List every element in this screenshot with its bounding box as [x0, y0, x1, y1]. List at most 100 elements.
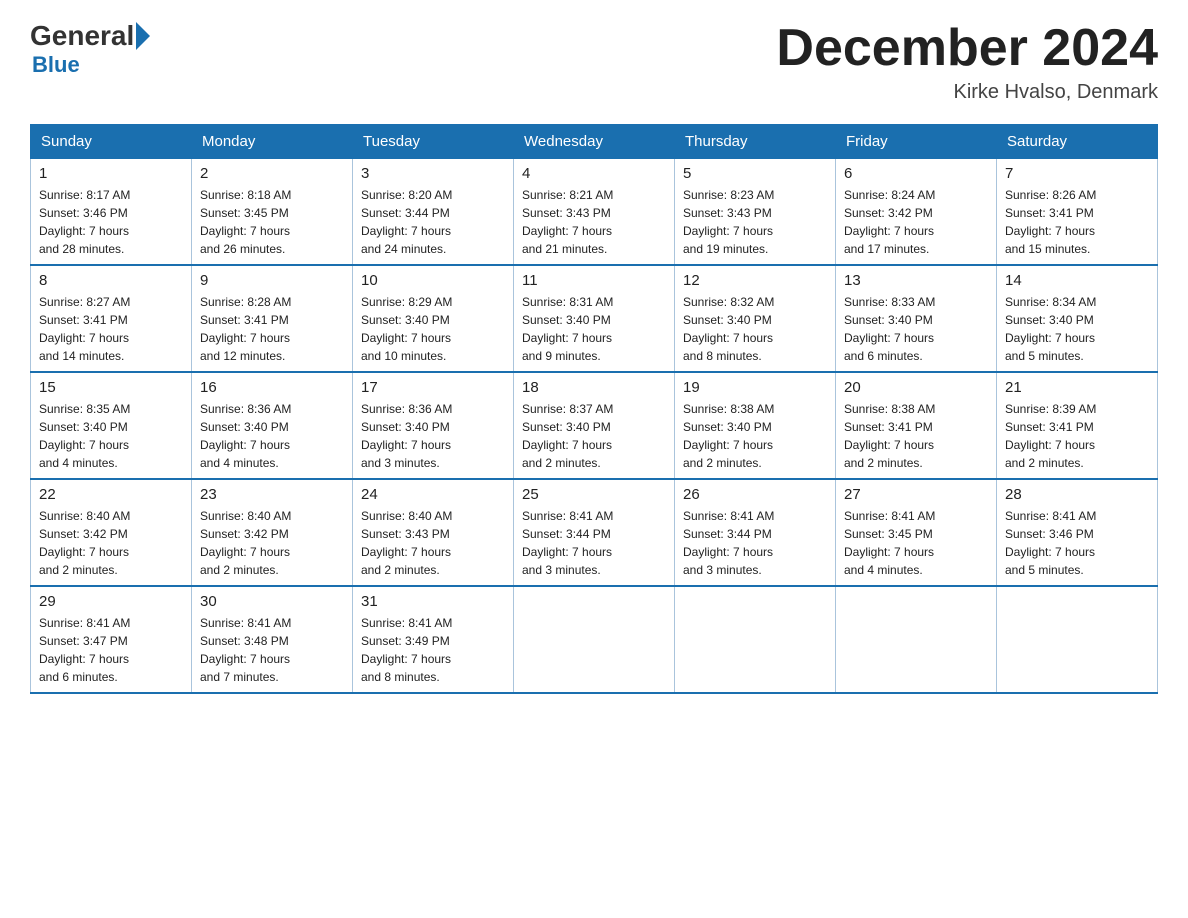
- calendar-week-row: 22 Sunrise: 8:40 AM Sunset: 3:42 PM Dayl…: [31, 479, 1158, 586]
- day-info: Sunrise: 8:27 AM Sunset: 3:41 PM Dayligh…: [39, 293, 183, 365]
- day-number: 31: [361, 593, 505, 610]
- day-number: 1: [39, 165, 183, 182]
- day-number: 15: [39, 379, 183, 396]
- day-info: Sunrise: 8:28 AM Sunset: 3:41 PM Dayligh…: [200, 293, 344, 365]
- table-row: 11 Sunrise: 8:31 AM Sunset: 3:40 PM Dayl…: [514, 265, 675, 372]
- table-row: 30 Sunrise: 8:41 AM Sunset: 3:48 PM Dayl…: [192, 586, 353, 693]
- day-number: 18: [522, 379, 666, 396]
- header-sunday: Sunday: [31, 125, 192, 159]
- table-row: 5 Sunrise: 8:23 AM Sunset: 3:43 PM Dayli…: [675, 159, 836, 266]
- day-number: 5: [683, 165, 827, 182]
- logo-blue-text: Blue: [32, 52, 80, 77]
- table-row: 29 Sunrise: 8:41 AM Sunset: 3:47 PM Dayl…: [31, 586, 192, 693]
- logo-general-text: General: [30, 20, 134, 52]
- table-row: [675, 586, 836, 693]
- logo: General Blue: [30, 20, 152, 78]
- day-number: 8: [39, 272, 183, 289]
- table-row: 15 Sunrise: 8:35 AM Sunset: 3:40 PM Dayl…: [31, 372, 192, 479]
- logo-arrow-icon: [136, 22, 150, 50]
- header-thursday: Thursday: [675, 125, 836, 159]
- day-info: Sunrise: 8:41 AM Sunset: 3:44 PM Dayligh…: [522, 507, 666, 579]
- day-info: Sunrise: 8:39 AM Sunset: 3:41 PM Dayligh…: [1005, 400, 1149, 472]
- day-info: Sunrise: 8:38 AM Sunset: 3:40 PM Dayligh…: [683, 400, 827, 472]
- day-info: Sunrise: 8:17 AM Sunset: 3:46 PM Dayligh…: [39, 186, 183, 258]
- day-number: 6: [844, 165, 988, 182]
- day-info: Sunrise: 8:40 AM Sunset: 3:42 PM Dayligh…: [200, 507, 344, 579]
- day-info: Sunrise: 8:32 AM Sunset: 3:40 PM Dayligh…: [683, 293, 827, 365]
- table-row: 2 Sunrise: 8:18 AM Sunset: 3:45 PM Dayli…: [192, 159, 353, 266]
- table-row: 12 Sunrise: 8:32 AM Sunset: 3:40 PM Dayl…: [675, 265, 836, 372]
- table-row: 3 Sunrise: 8:20 AM Sunset: 3:44 PM Dayli…: [353, 159, 514, 266]
- day-info: Sunrise: 8:41 AM Sunset: 3:44 PM Dayligh…: [683, 507, 827, 579]
- day-number: 21: [1005, 379, 1149, 396]
- day-info: Sunrise: 8:41 AM Sunset: 3:45 PM Dayligh…: [844, 507, 988, 579]
- day-number: 16: [200, 379, 344, 396]
- table-row: 13 Sunrise: 8:33 AM Sunset: 3:40 PM Dayl…: [836, 265, 997, 372]
- day-info: Sunrise: 8:26 AM Sunset: 3:41 PM Dayligh…: [1005, 186, 1149, 258]
- day-number: 25: [522, 486, 666, 503]
- day-info: Sunrise: 8:18 AM Sunset: 3:45 PM Dayligh…: [200, 186, 344, 258]
- day-info: Sunrise: 8:38 AM Sunset: 3:41 PM Dayligh…: [844, 400, 988, 472]
- table-row: 21 Sunrise: 8:39 AM Sunset: 3:41 PM Dayl…: [997, 372, 1158, 479]
- day-info: Sunrise: 8:34 AM Sunset: 3:40 PM Dayligh…: [1005, 293, 1149, 365]
- day-number: 11: [522, 272, 666, 289]
- calendar-week-row: 1 Sunrise: 8:17 AM Sunset: 3:46 PM Dayli…: [31, 159, 1158, 266]
- table-row: 8 Sunrise: 8:27 AM Sunset: 3:41 PM Dayli…: [31, 265, 192, 372]
- table-row: 18 Sunrise: 8:37 AM Sunset: 3:40 PM Dayl…: [514, 372, 675, 479]
- table-row: 28 Sunrise: 8:41 AM Sunset: 3:46 PM Dayl…: [997, 479, 1158, 586]
- table-row: 1 Sunrise: 8:17 AM Sunset: 3:46 PM Dayli…: [31, 159, 192, 266]
- day-number: 2: [200, 165, 344, 182]
- day-number: 22: [39, 486, 183, 503]
- header-tuesday: Tuesday: [353, 125, 514, 159]
- table-row: 16 Sunrise: 8:36 AM Sunset: 3:40 PM Dayl…: [192, 372, 353, 479]
- header-saturday: Saturday: [997, 125, 1158, 159]
- table-row: 26 Sunrise: 8:41 AM Sunset: 3:44 PM Dayl…: [675, 479, 836, 586]
- calendar-header-row: Sunday Monday Tuesday Wednesday Thursday…: [31, 125, 1158, 159]
- day-info: Sunrise: 8:33 AM Sunset: 3:40 PM Dayligh…: [844, 293, 988, 365]
- location-label: Kirke Hvalso, Denmark: [776, 81, 1158, 104]
- table-row: [997, 586, 1158, 693]
- day-number: 23: [200, 486, 344, 503]
- header-monday: Monday: [192, 125, 353, 159]
- day-number: 14: [1005, 272, 1149, 289]
- day-number: 26: [683, 486, 827, 503]
- day-info: Sunrise: 8:36 AM Sunset: 3:40 PM Dayligh…: [200, 400, 344, 472]
- table-row: [514, 586, 675, 693]
- day-info: Sunrise: 8:40 AM Sunset: 3:43 PM Dayligh…: [361, 507, 505, 579]
- table-row: 14 Sunrise: 8:34 AM Sunset: 3:40 PM Dayl…: [997, 265, 1158, 372]
- table-row: 20 Sunrise: 8:38 AM Sunset: 3:41 PM Dayl…: [836, 372, 997, 479]
- table-row: 19 Sunrise: 8:38 AM Sunset: 3:40 PM Dayl…: [675, 372, 836, 479]
- day-number: 30: [200, 593, 344, 610]
- day-info: Sunrise: 8:36 AM Sunset: 3:40 PM Dayligh…: [361, 400, 505, 472]
- table-row: 22 Sunrise: 8:40 AM Sunset: 3:42 PM Dayl…: [31, 479, 192, 586]
- table-row: [836, 586, 997, 693]
- day-info: Sunrise: 8:41 AM Sunset: 3:47 PM Dayligh…: [39, 614, 183, 686]
- table-row: 27 Sunrise: 8:41 AM Sunset: 3:45 PM Dayl…: [836, 479, 997, 586]
- day-info: Sunrise: 8:35 AM Sunset: 3:40 PM Dayligh…: [39, 400, 183, 472]
- header-wednesday: Wednesday: [514, 125, 675, 159]
- calendar-week-row: 15 Sunrise: 8:35 AM Sunset: 3:40 PM Dayl…: [31, 372, 1158, 479]
- day-info: Sunrise: 8:24 AM Sunset: 3:42 PM Dayligh…: [844, 186, 988, 258]
- page-header: General Blue December 2024 Kirke Hvalso,…: [30, 20, 1158, 104]
- day-number: 17: [361, 379, 505, 396]
- day-number: 7: [1005, 165, 1149, 182]
- calendar-week-row: 8 Sunrise: 8:27 AM Sunset: 3:41 PM Dayli…: [31, 265, 1158, 372]
- day-info: Sunrise: 8:41 AM Sunset: 3:49 PM Dayligh…: [361, 614, 505, 686]
- title-section: December 2024 Kirke Hvalso, Denmark: [776, 20, 1158, 104]
- table-row: 23 Sunrise: 8:40 AM Sunset: 3:42 PM Dayl…: [192, 479, 353, 586]
- calendar-table: Sunday Monday Tuesday Wednesday Thursday…: [30, 124, 1158, 694]
- table-row: 25 Sunrise: 8:41 AM Sunset: 3:44 PM Dayl…: [514, 479, 675, 586]
- day-number: 12: [683, 272, 827, 289]
- day-number: 28: [1005, 486, 1149, 503]
- day-info: Sunrise: 8:41 AM Sunset: 3:46 PM Dayligh…: [1005, 507, 1149, 579]
- calendar-week-row: 29 Sunrise: 8:41 AM Sunset: 3:47 PM Dayl…: [31, 586, 1158, 693]
- table-row: 31 Sunrise: 8:41 AM Sunset: 3:49 PM Dayl…: [353, 586, 514, 693]
- day-info: Sunrise: 8:40 AM Sunset: 3:42 PM Dayligh…: [39, 507, 183, 579]
- day-number: 10: [361, 272, 505, 289]
- header-friday: Friday: [836, 125, 997, 159]
- table-row: 7 Sunrise: 8:26 AM Sunset: 3:41 PM Dayli…: [997, 159, 1158, 266]
- table-row: 4 Sunrise: 8:21 AM Sunset: 3:43 PM Dayli…: [514, 159, 675, 266]
- day-number: 29: [39, 593, 183, 610]
- day-number: 20: [844, 379, 988, 396]
- day-info: Sunrise: 8:31 AM Sunset: 3:40 PM Dayligh…: [522, 293, 666, 365]
